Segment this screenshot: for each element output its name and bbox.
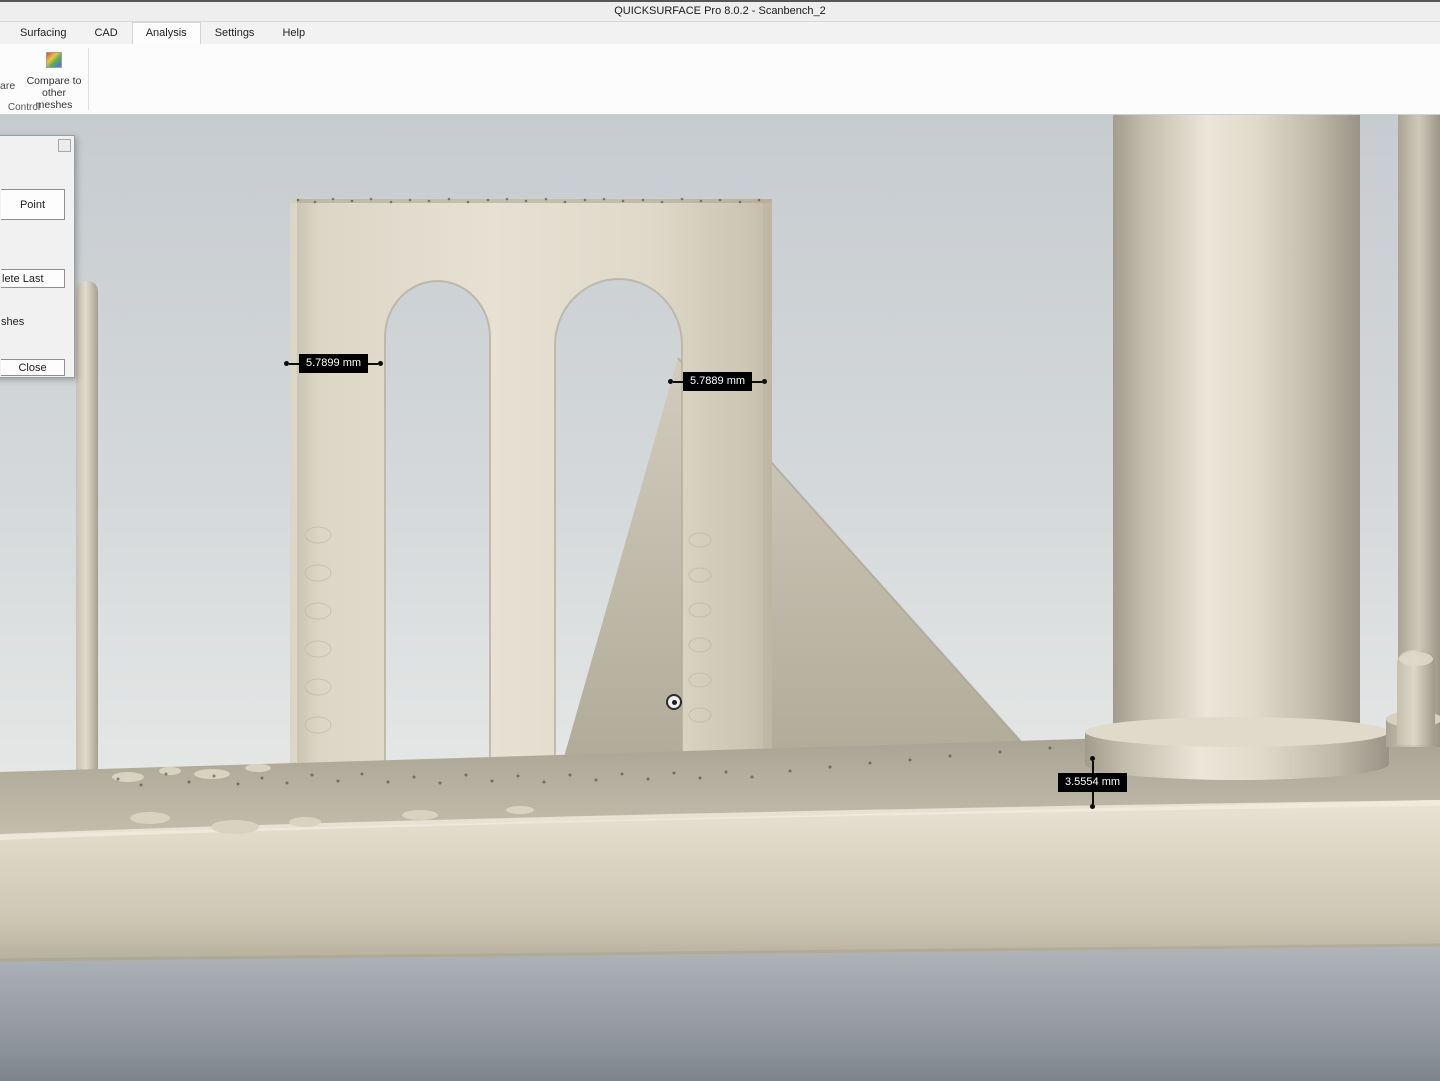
mesh-scene[interactable] <box>0 115 1440 1081</box>
measurement-endpoint-dot <box>762 379 767 384</box>
window-title: QUICKSURFACE Pro 8.0.2 - Scanbench_2 <box>614 5 826 17</box>
measurement-endpoint-dot <box>1090 804 1095 809</box>
measurement-label: 3.5554 mm <box>1058 773 1127 792</box>
tab-analysis[interactable]: Analysis <box>132 22 201 44</box>
tab-cad[interactable]: CAD <box>80 22 131 44</box>
measurement-line <box>1092 792 1094 804</box>
measurement-line <box>673 381 683 383</box>
measurement-line <box>1092 761 1094 773</box>
ribbon-group-label: Control <box>0 102 48 113</box>
measurement-endpoint-dot <box>378 361 383 366</box>
3d-viewport[interactable]: 5.7899 mm 5.7889 mm 3.5554 mm <box>0 115 1440 1081</box>
measurement-line <box>368 363 378 365</box>
delete-last-button[interactable]: lete Last <box>1 269 65 288</box>
measurement-line <box>752 381 762 383</box>
panel-clipped-text: shes <box>1 316 24 328</box>
compare-meshes-icon <box>46 52 62 68</box>
tab-surfacing[interactable]: Surfacing <box>6 22 80 44</box>
clipped-ribbon-button[interactable]: are <box>0 80 15 92</box>
measurement-widget: 5.7899 mm <box>284 354 383 373</box>
measurement-line <box>289 363 299 365</box>
measurement-label: 5.7889 mm <box>683 372 752 391</box>
close-button[interactable]: Close <box>1 359 65 376</box>
tab-settings[interactable]: Settings <box>201 22 269 44</box>
measurement-widget: 5.7889 mm <box>668 372 767 391</box>
ribbon: are Compare to other meshes Control <box>0 44 1440 115</box>
menubar: Surfacing CAD Analysis Settings Help <box>0 22 1440 44</box>
ribbon-group-separator <box>88 48 89 110</box>
window-titlebar[interactable]: QUICKSURFACE Pro 8.0.2 - Scanbench_2 <box>0 0 1440 22</box>
panel-close-icon[interactable] <box>58 139 71 152</box>
tab-help[interactable]: Help <box>268 22 319 44</box>
point-button[interactable]: Point <box>1 189 65 220</box>
measurement-label: 5.7899 mm <box>299 354 368 373</box>
measurement-widget: 3.5554 mm <box>1058 756 1127 809</box>
rotation-center-icon <box>666 694 682 710</box>
point-measurement-panel: Point lete Last shes Close <box>0 135 75 378</box>
